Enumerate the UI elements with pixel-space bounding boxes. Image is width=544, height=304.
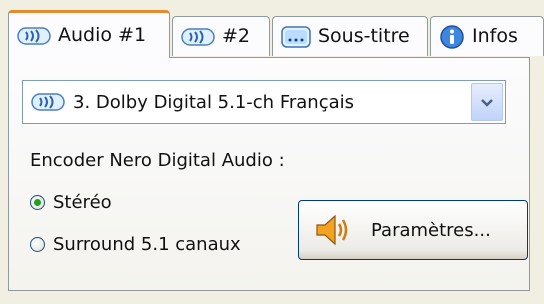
- info-icon: [439, 24, 465, 50]
- select-label: 3. Dolby Digital 5.1-ch Français: [73, 91, 355, 113]
- tab-label: Sous-titre: [318, 25, 410, 47]
- tab-strip: Audio #1 #2 Sous-titre Infos: [8, 10, 544, 58]
- audio-track-icon: [31, 92, 65, 112]
- button-label: Paramètres...: [371, 219, 491, 241]
- radio-stereo[interactable]: Stéréo: [30, 192, 112, 213]
- radio-surround[interactable]: Surround 5.1 canaux: [30, 234, 241, 255]
- encoder-label: Encoder Nero Digital Audio :: [30, 150, 285, 171]
- radio-label: Stéréo: [53, 192, 112, 213]
- dropdown-button[interactable]: [471, 83, 503, 121]
- radio-button[interactable]: [30, 237, 45, 252]
- chevron-down-icon: [480, 93, 494, 112]
- subtitle-icon: [281, 25, 311, 48]
- tab-label: Audio #1: [58, 24, 147, 46]
- tab-subtitle[interactable]: Sous-titre: [272, 16, 428, 56]
- audio-track-icon: [17, 26, 51, 46]
- tab-label: #2: [222, 25, 251, 47]
- tab-audio-1[interactable]: Audio #1: [8, 10, 170, 58]
- audio-track-icon: [181, 27, 215, 47]
- speaker-icon: [313, 212, 353, 248]
- tab-audio-2[interactable]: #2: [172, 16, 270, 56]
- tab-label: Infos: [472, 25, 518, 47]
- radio-label: Surround 5.1 canaux: [53, 234, 241, 255]
- select-value: 3. Dolby Digital 5.1-ch Français: [31, 81, 354, 123]
- parametres-button[interactable]: Paramètres...: [298, 200, 528, 260]
- audio-track-select[interactable]: 3. Dolby Digital 5.1-ch Français: [22, 80, 506, 124]
- radio-button[interactable]: [30, 195, 45, 210]
- tab-infos[interactable]: Infos: [430, 16, 544, 56]
